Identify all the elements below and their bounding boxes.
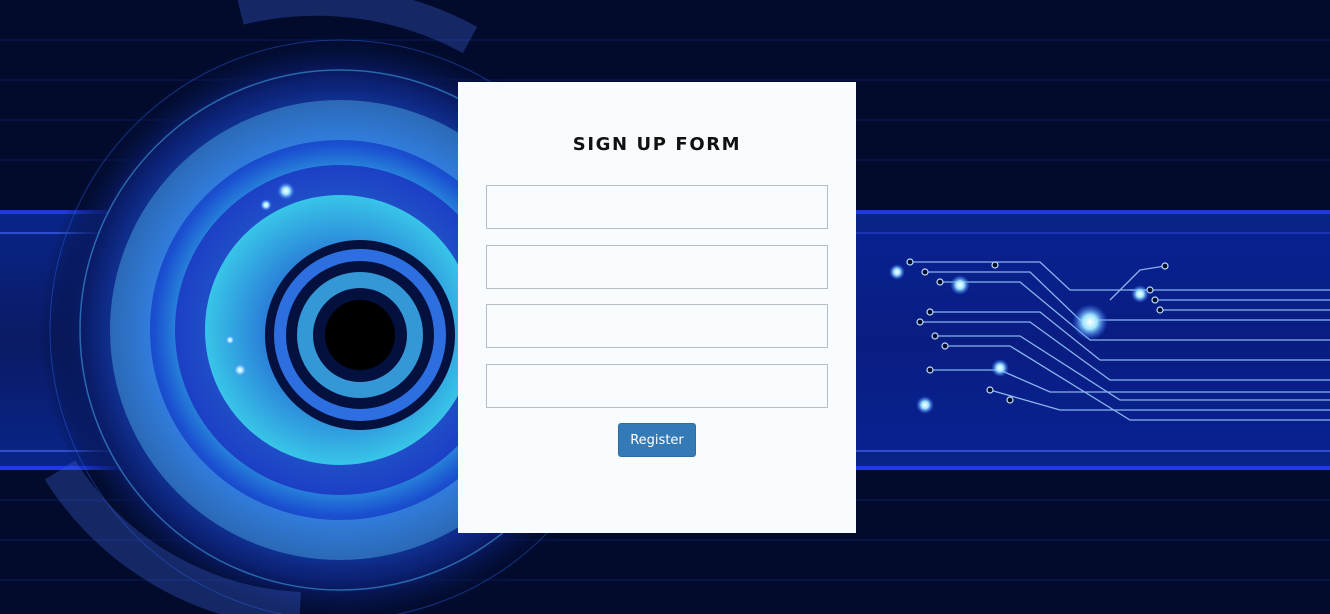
signup-field-1[interactable]	[486, 185, 828, 229]
button-row: Register	[458, 423, 856, 457]
signup-card: SIGN UP FORM Register	[458, 82, 856, 533]
signup-field-3[interactable]	[486, 304, 828, 348]
form-fields	[458, 185, 856, 408]
signup-field-2[interactable]	[486, 244, 828, 289]
signup-field-4[interactable]	[486, 363, 828, 408]
register-button[interactable]: Register	[618, 423, 696, 457]
page: SIGN UP FORM Register	[0, 0, 1330, 614]
form-title: SIGN UP FORM	[572, 134, 742, 155]
